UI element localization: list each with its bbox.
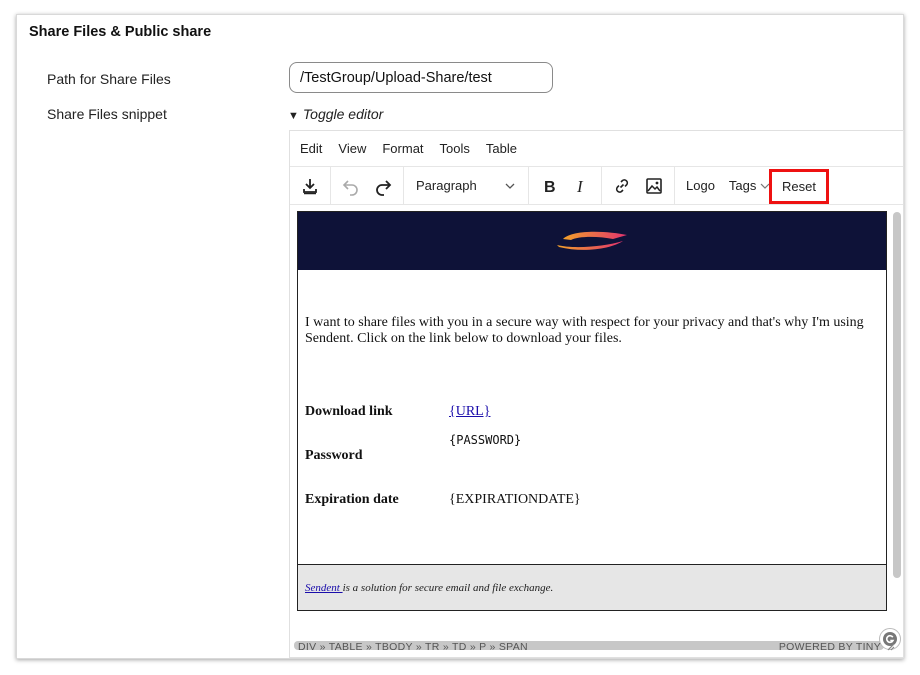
block-format-value: Paragraph (416, 178, 477, 193)
email-footer: Sendent is a solution for secure email a… (298, 564, 886, 610)
menu-edit[interactable]: Edit (300, 141, 322, 156)
powered-by[interactable]: POWERED BY TINY (779, 641, 881, 653)
path-label: Path for Share Files (47, 71, 171, 87)
menu-tools[interactable]: Tools (440, 141, 470, 156)
resize-handle-icon (887, 643, 895, 650)
toolbar-group-save (290, 167, 331, 204)
menu-table[interactable]: Table (486, 141, 517, 156)
editor-menubar: Edit View Format Tools Table (290, 131, 903, 167)
reset-label: Reset (782, 179, 816, 194)
logo-icon (557, 231, 627, 250)
italic-button[interactable]: I (565, 171, 597, 201)
save-icon (303, 178, 317, 194)
image-icon (646, 177, 662, 194)
email-banner (298, 212, 886, 270)
download-link-label: Download link (305, 404, 393, 419)
expiration-date-value: {EXPIRATIONDATE} (449, 492, 581, 507)
image-button[interactable] (638, 171, 670, 201)
editor-toolbar: Paragraph B I Logo Tags Reset (290, 167, 903, 205)
element-path[interactable]: DIV » TABLE » TBODY » TR » TD » P » SPAN (298, 641, 528, 653)
toolbar-group-history (331, 167, 404, 204)
editor-statusbar: DIV » TABLE » TBODY » TR » TD » P » SPAN… (290, 637, 903, 657)
resize-handle[interactable] (885, 641, 895, 654)
toolbar-group-style: B I (529, 167, 602, 204)
reset-button[interactable]: Reset (769, 169, 829, 204)
toggle-editor-label: Toggle editor (302, 106, 384, 122)
block-format-select[interactable]: Paragraph (408, 171, 524, 201)
toggle-editor[interactable]: ▼ Toggle editor (288, 106, 383, 122)
tags-label: Tags (728, 178, 757, 193)
triangle-down-icon: ▼ (288, 110, 299, 122)
statusbar-right: POWERED BY TINY (779, 641, 895, 654)
undo-icon (342, 179, 358, 196)
sendent-link[interactable]: Sendent (305, 582, 343, 594)
toolbar-group-custom: Logo Tags (675, 167, 781, 204)
editor-content-area[interactable]: I want to share files with you in a secu… (290, 206, 903, 634)
password-label: Password (305, 448, 363, 463)
password-value: {PASSWORD} (449, 433, 522, 447)
toolbar-group-insert (602, 167, 675, 204)
intro-paragraph: I want to share files with you in a secu… (305, 315, 864, 346)
path-input[interactable] (289, 62, 553, 93)
vertical-scrollbar[interactable] (893, 212, 901, 578)
link-icon (615, 178, 629, 193)
bold-icon: B (544, 179, 556, 196)
rich-text-editor: Edit View Format Tools Table Paragraph B… (289, 130, 904, 658)
email-template: I want to share files with you in a secu… (297, 211, 887, 611)
expiration-date-label: Expiration date (305, 492, 399, 507)
share-files-panel: Share Files & Public share Path for Shar… (16, 14, 904, 659)
undo-button[interactable] (335, 171, 367, 201)
download-link-value[interactable]: {URL} (449, 404, 490, 420)
menu-view[interactable]: View (338, 141, 366, 156)
menu-format[interactable]: Format (382, 141, 423, 156)
chevron-down-icon (505, 183, 515, 189)
redo-icon (376, 179, 392, 196)
snippet-label: Share Files snippet (47, 106, 167, 122)
svg-text:I: I (576, 177, 584, 196)
link-button[interactable] (606, 171, 638, 201)
redo-button[interactable] (367, 171, 399, 201)
bold-button[interactable]: B (533, 171, 565, 201)
toolbar-group-format-select: Paragraph (404, 167, 529, 204)
save-button[interactable] (294, 171, 326, 201)
italic-icon: I (576, 177, 584, 196)
svg-text:B: B (544, 179, 556, 196)
logo-button[interactable]: Logo (679, 171, 722, 201)
section-title: Share Files & Public share (29, 24, 212, 40)
footer-text: is a solution for secure email and file … (342, 582, 554, 594)
